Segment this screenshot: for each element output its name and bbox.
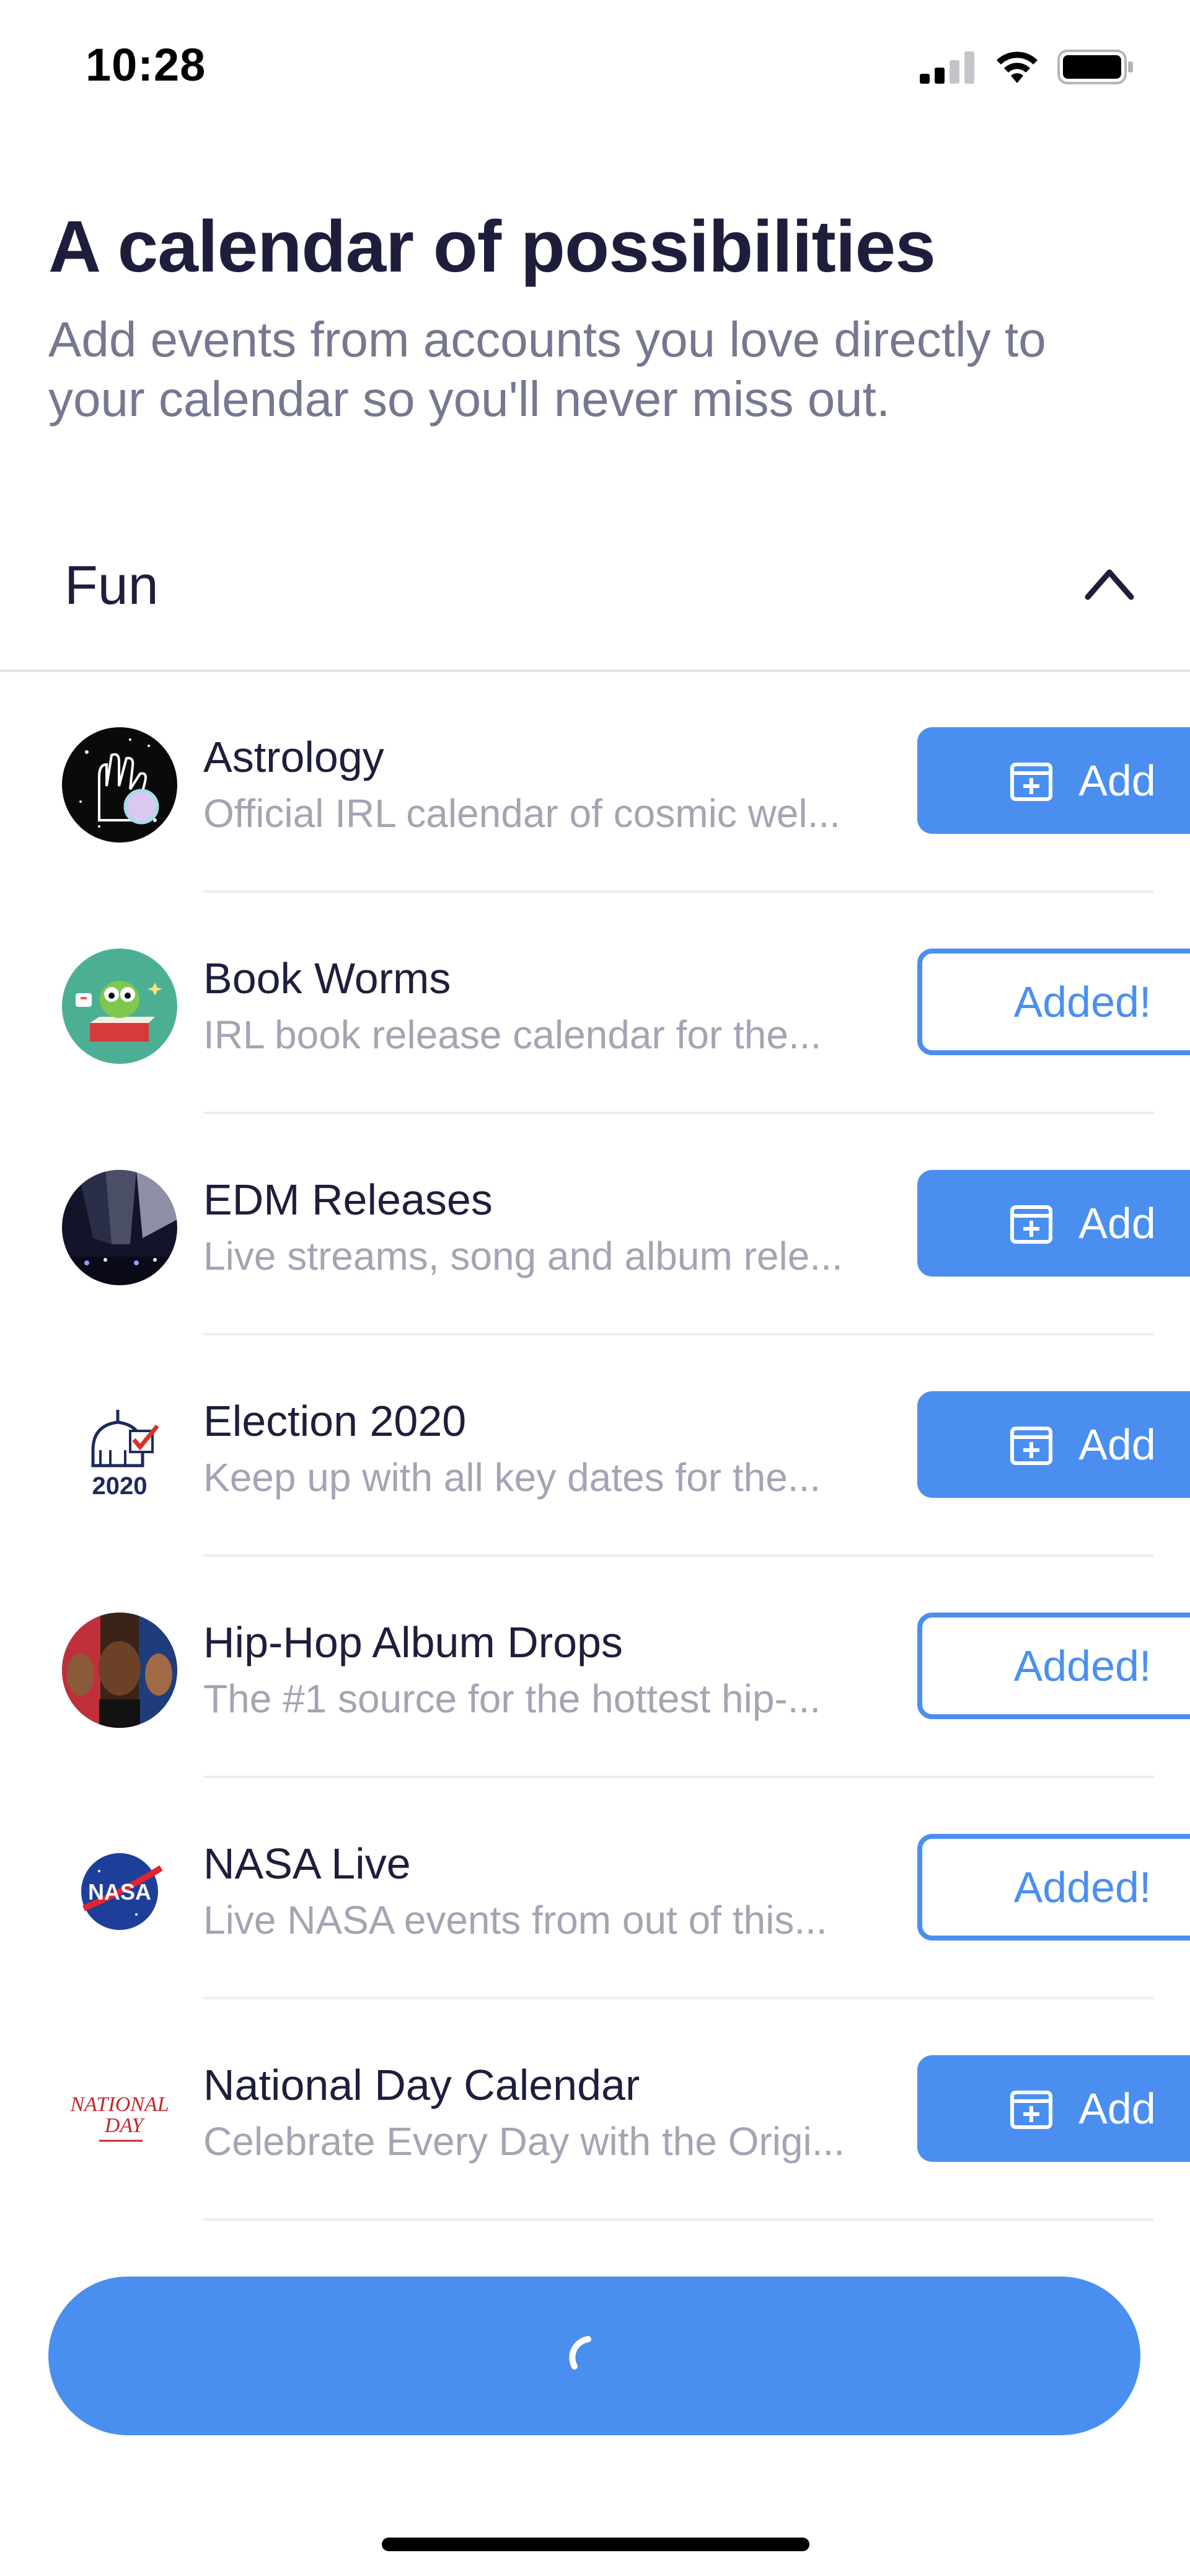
loading-spinner-icon: [569, 2336, 591, 2370]
calendar-description: Keep up with all key dates for the...: [203, 1455, 821, 1500]
calendar-add-icon: [1010, 763, 1053, 801]
book-worms-avatar: [62, 949, 177, 1064]
cellular-signal-icon: [920, 51, 974, 84]
calendar-name: Book Worms: [203, 954, 451, 1003]
calendar-name: National Day Calendar: [203, 2061, 640, 2109]
section-title: Fun: [64, 554, 159, 616]
home-indicator: [382, 2538, 809, 2551]
hip-hop-album-drops-avatar: [62, 1613, 177, 1728]
battery-icon: [1057, 50, 1133, 84]
election-year-logo: 2020: [92, 1472, 148, 1500]
added-button[interactable]: Added!: [917, 1613, 1190, 1719]
nasa-live-avatar: NASA: [62, 1834, 177, 1949]
add-button[interactable]: Add: [917, 727, 1190, 834]
chevron-up-icon[interactable]: [1082, 561, 1137, 604]
section-header-fun[interactable]: [0, 546, 1190, 672]
calendar-name: Hip-Hop Album Drops: [203, 1618, 623, 1666]
calendar-row-edm-releases: EDM Releases Live streams, song and albu…: [0, 1114, 1190, 1335]
wifi-icon: [997, 51, 1038, 83]
add-button[interactable]: Add: [917, 1170, 1190, 1277]
calendar-row-hip-hop-album-drops: Hip-Hop Album Drops The #1 source for th…: [0, 1557, 1190, 1778]
page-title: A calendar of possibilities: [48, 206, 936, 288]
calendar-name: Election 2020: [203, 1397, 467, 1445]
calendar-row-election-2020: 2020 Election 2020 Keep up with all key …: [0, 1335, 1190, 1557]
status-icons: [920, 50, 1134, 84]
add-label: Add: [1078, 2084, 1156, 2133]
calendar-row-book-worms: Book Worms IRL book release calendar for…: [0, 893, 1190, 1114]
calendar-description: Live NASA events from out of this...: [203, 1898, 827, 1942]
calendar-name: EDM Releases: [203, 1175, 493, 1224]
calendar-description: Official IRL calendar of cosmic wel...: [203, 791, 840, 836]
add-label: Add: [1078, 1420, 1156, 1469]
calendar-description: Live streams, song and album rele...: [203, 1234, 843, 1278]
add-button[interactable]: Add: [917, 1391, 1190, 1498]
status-time: 10:28: [86, 39, 206, 91]
calendar-name: NASA Live: [203, 1839, 411, 1888]
national-day-logo-line-2: DAY: [104, 2114, 145, 2137]
added-label: Added!: [1013, 1863, 1152, 1911]
calendar-row-nasa-live: NASA NASA Live Live NASA events from out…: [0, 1778, 1190, 1999]
national-day-calendar-avatar: NATIONAL DAY: [62, 2055, 177, 2171]
calendar-description: Celebrate Every Day with the Origi...: [203, 2119, 845, 2164]
add-button[interactable]: Add: [917, 2055, 1190, 2162]
astrology-avatar: [62, 727, 177, 843]
added-label: Added!: [1013, 978, 1152, 1026]
calendar-name: Astrology: [203, 733, 384, 781]
added-button[interactable]: Added!: [917, 949, 1190, 1055]
calendar-add-icon: [1010, 2091, 1053, 2129]
nasa-logo-text: NASA: [88, 1879, 151, 1905]
calendar-add-icon: [1010, 1205, 1053, 1244]
add-label: Add: [1078, 756, 1156, 805]
election-2020-avatar: 2020: [62, 1391, 177, 1507]
calendar-description: The #1 source for the hottest hip-...: [203, 1676, 821, 1721]
national-day-logo-line-1: NATIONAL: [69, 2093, 169, 2116]
calendar-row-national-day-calendar: NATIONAL DAY National Day Calendar Celeb…: [0, 1999, 1190, 2221]
page-subtitle: Add events from accounts you love direct…: [48, 312, 1046, 427]
calendar-description: IRL book release calendar for the...: [203, 1012, 822, 1057]
edm-releases-avatar: [62, 1170, 177, 1285]
calendar-add-icon: [1010, 1427, 1053, 1465]
row-divider: [203, 2218, 1154, 2221]
add-label: Add: [1078, 1199, 1156, 1247]
calendar-row-astrology: Astrology Official IRL calendar of cosmi…: [0, 671, 1190, 893]
added-label: Added!: [1013, 1642, 1152, 1690]
added-button[interactable]: Added!: [917, 1834, 1190, 1941]
